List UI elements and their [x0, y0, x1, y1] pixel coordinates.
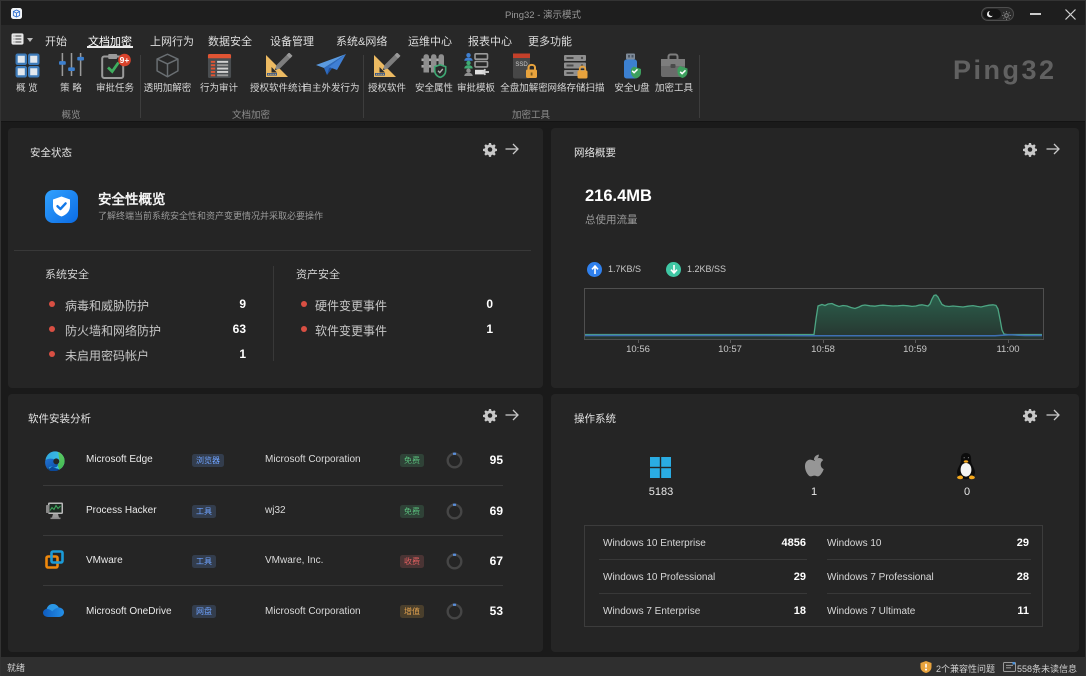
svg-text:9+: 9+	[120, 55, 130, 65]
svg-text:SSD: SSD	[515, 62, 528, 68]
